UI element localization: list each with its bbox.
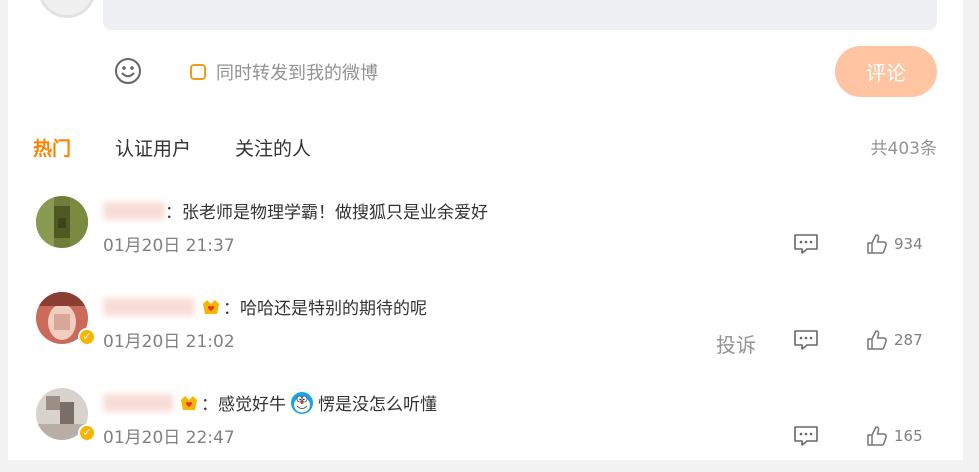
fan-badge-icon	[181, 395, 197, 410]
like-button[interactable]: 934	[866, 233, 923, 255]
comment-text-before: ：感觉好牛	[201, 395, 286, 415]
comment-time: 01月20日 21:02	[103, 332, 235, 352]
thumbs-up-icon	[867, 426, 887, 446]
username[interactable]	[103, 393, 173, 412]
comment-time: 01月20日 21:37	[103, 236, 235, 256]
thumbs-up-icon	[867, 330, 887, 350]
like-button[interactable]: 287	[866, 329, 923, 351]
doraemon-emoji-icon	[291, 391, 313, 414]
comment-time: 01月20日 22:47	[103, 428, 235, 448]
verified-badge-icon: ✓	[78, 328, 96, 346]
reply-icon[interactable]	[793, 425, 819, 447]
tab-following[interactable]: 关注的人	[235, 134, 311, 161]
like-count: 287	[894, 331, 923, 349]
like-button[interactable]: 165	[866, 425, 923, 447]
username[interactable]	[103, 297, 195, 316]
repost-option[interactable]: 同时转发到我的微博	[190, 60, 378, 84]
avatar[interactable]	[36, 196, 88, 248]
comment-content: ：哈哈还是特别的期待的呢	[103, 294, 427, 319]
tab-verified-users[interactable]: 认证用户	[115, 134, 191, 161]
comment-text: ：哈哈还是特别的期待的呢	[223, 299, 427, 319]
comment-content: ：张老师是物理学霸！做搜狐只是业余爱好	[103, 198, 488, 223]
comment-input[interactable]	[103, 0, 937, 30]
reply-icon[interactable]	[793, 329, 819, 351]
reply-icon[interactable]	[793, 233, 819, 255]
report-link[interactable]: 投诉	[716, 329, 756, 358]
tab-hot[interactable]: 热门	[33, 134, 71, 161]
thumbs-up-icon	[867, 234, 887, 254]
username[interactable]	[103, 201, 165, 220]
verified-badge-icon: ✓	[78, 424, 96, 442]
comment-text: ：张老师是物理学霸！做搜狐只是业余爱好	[165, 203, 488, 223]
comment-filter-tabs: 热门 认证用户 关注的人	[33, 134, 355, 161]
comment-content: ：感觉好牛 愣是没怎么听懂	[103, 390, 437, 415]
like-count: 165	[894, 427, 923, 445]
submit-comment-button[interactable]: 评论	[835, 46, 937, 97]
emoji-icon[interactable]	[113, 56, 143, 86]
comment-text-after: 愣是没怎么听懂	[318, 395, 437, 415]
repost-checkbox[interactable]	[190, 64, 206, 80]
comment-item: ✓ ：感觉好牛 愣是没怎么听懂 01月20日 22:47 165	[8, 382, 963, 472]
comment-item: ✓ ：哈哈还是特别的期待的呢 01月20日 21:02 投诉 287	[8, 286, 963, 376]
comment-total: 共403条	[870, 139, 937, 159]
current-user-avatar	[38, 0, 96, 18]
repost-label: 同时转发到我的微博	[216, 63, 378, 84]
fan-badge-icon	[203, 299, 219, 314]
comment-panel: 同时转发到我的微博 评论 热门 认证用户 关注的人 共403条 ：张老师是物理学…	[8, 0, 963, 460]
like-count: 934	[894, 235, 923, 253]
comment-item: ：张老师是物理学霸！做搜狐只是业余爱好 01月20日 21:37 934	[8, 190, 963, 280]
